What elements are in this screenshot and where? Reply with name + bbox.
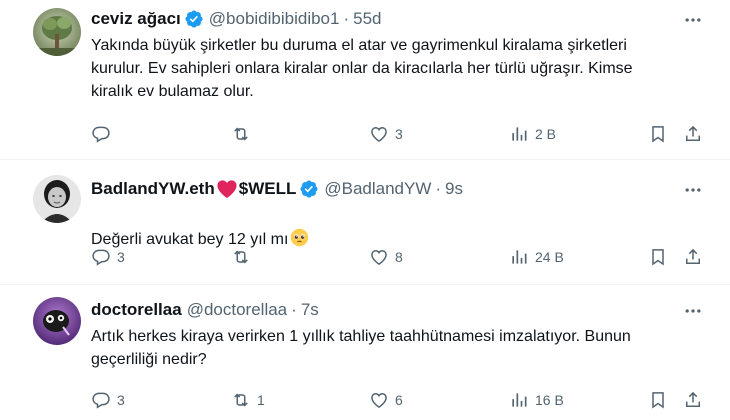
repost-count: 1: [257, 392, 265, 408]
views-count: 16 B: [535, 392, 564, 408]
repost-button[interactable]: [231, 122, 257, 146]
repost-icon: [234, 393, 248, 407]
tweet[interactable]: ceviz ağacı @bobidibibidibo1 · 55d Yakın…: [0, 0, 730, 160]
reply-icon: [92, 126, 110, 143]
like-icon: [371, 126, 387, 142]
display-name-suffix[interactable]: $WELL: [239, 178, 297, 200]
avatar[interactable]: [33, 297, 81, 345]
tweet[interactable]: doctorellaa @doctorellaa · 7s Artık herk…: [0, 285, 730, 420]
like-icon: [371, 249, 387, 265]
display-name[interactable]: ceviz ağacı: [91, 8, 181, 30]
like-button[interactable]: 8: [369, 245, 403, 269]
reply-button[interactable]: 3: [91, 245, 125, 269]
like-count: 3: [395, 126, 403, 142]
verified-icon: [299, 179, 319, 199]
like-count: 8: [395, 249, 403, 265]
views-icon: [512, 250, 527, 264]
bookmark-button[interactable]: [648, 245, 668, 269]
separator: ·: [435, 179, 442, 198]
tweet-feed: ceviz ağacı @bobidibibidibo1 · 55d Yakın…: [0, 0, 730, 420]
timestamp[interactable]: 55d: [353, 8, 381, 30]
timestamp[interactable]: 7s: [301, 299, 319, 321]
like-count: 6: [395, 392, 403, 408]
share-button[interactable]: [683, 122, 703, 146]
more-icon[interactable]: [683, 10, 703, 30]
views-button[interactable]: 16 B: [509, 388, 564, 412]
reply-icon: [92, 392, 110, 409]
share-icon: [686, 125, 700, 141]
tweet-header: doctorellaa @doctorellaa · 7s: [91, 299, 319, 321]
verified-icon: [184, 9, 204, 29]
tweet-actions: 3 2 B: [91, 122, 700, 146]
tweet-header: ceviz ağacı @bobidibibidibo1 · 55d: [91, 8, 382, 30]
like-icon: [371, 392, 387, 408]
bookmark-button[interactable]: [648, 388, 668, 412]
views-icon: [512, 127, 527, 141]
tweet-text: Yakında büyük şirketler bu duruma el ata…: [91, 37, 633, 100]
bookmark-icon: [652, 126, 664, 143]
display-name[interactable]: BadlandYW.eth: [91, 178, 215, 200]
share-icon: [686, 248, 700, 264]
views-count: 24 B: [535, 249, 564, 265]
repost-button[interactable]: [231, 245, 257, 269]
tweet[interactable]: BadlandYW.eth $WELL @BadlandYW · 9s Değe…: [0, 160, 730, 285]
like-button[interactable]: 6: [369, 388, 403, 412]
bookmark-button[interactable]: [648, 122, 668, 146]
red-heart-icon: [216, 179, 238, 199]
separator: ·: [343, 9, 350, 28]
handle[interactable]: @BadlandYW: [324, 178, 431, 200]
repost-button[interactable]: 1: [231, 388, 265, 412]
reply-button[interactable]: [91, 122, 117, 146]
repost-icon: [234, 127, 248, 141]
handle[interactable]: @bobidibibidibo1: [209, 8, 340, 30]
views-button[interactable]: 24 B: [509, 245, 564, 269]
avatar[interactable]: [33, 8, 81, 56]
reply-button[interactable]: 3: [91, 388, 125, 412]
share-button[interactable]: [683, 388, 703, 412]
reply-icon: [92, 249, 110, 266]
share-icon: [686, 391, 700, 407]
reply-count: 3: [117, 249, 125, 265]
repost-icon: [234, 250, 248, 264]
like-button[interactable]: 3: [369, 122, 403, 146]
separator: ·: [291, 300, 297, 319]
avatar[interactable]: [33, 175, 81, 223]
tweet-text: Artık herkes kiraya verirken 1 yıllık ta…: [91, 328, 631, 368]
bookmark-icon: [652, 392, 664, 409]
more-icon[interactable]: [683, 301, 703, 321]
display-name[interactable]: doctorellaa: [91, 299, 182, 321]
more-icon[interactable]: [683, 180, 703, 200]
tweet-actions: 3 1 6 16 B: [91, 388, 700, 412]
views-icon: [512, 393, 527, 407]
share-button[interactable]: [683, 245, 703, 269]
timestamp[interactable]: 9s: [445, 178, 463, 200]
views-button[interactable]: 2 B: [509, 122, 556, 146]
reply-count: 3: [117, 392, 125, 408]
tweet-actions: 3 8 24 B: [91, 245, 700, 269]
tweet-header: BadlandYW.eth $WELL @BadlandYW · 9s: [91, 178, 463, 200]
views-count: 2 B: [535, 126, 557, 142]
handle[interactable]: @doctorellaa: [187, 299, 287, 321]
bookmark-icon: [652, 249, 664, 266]
